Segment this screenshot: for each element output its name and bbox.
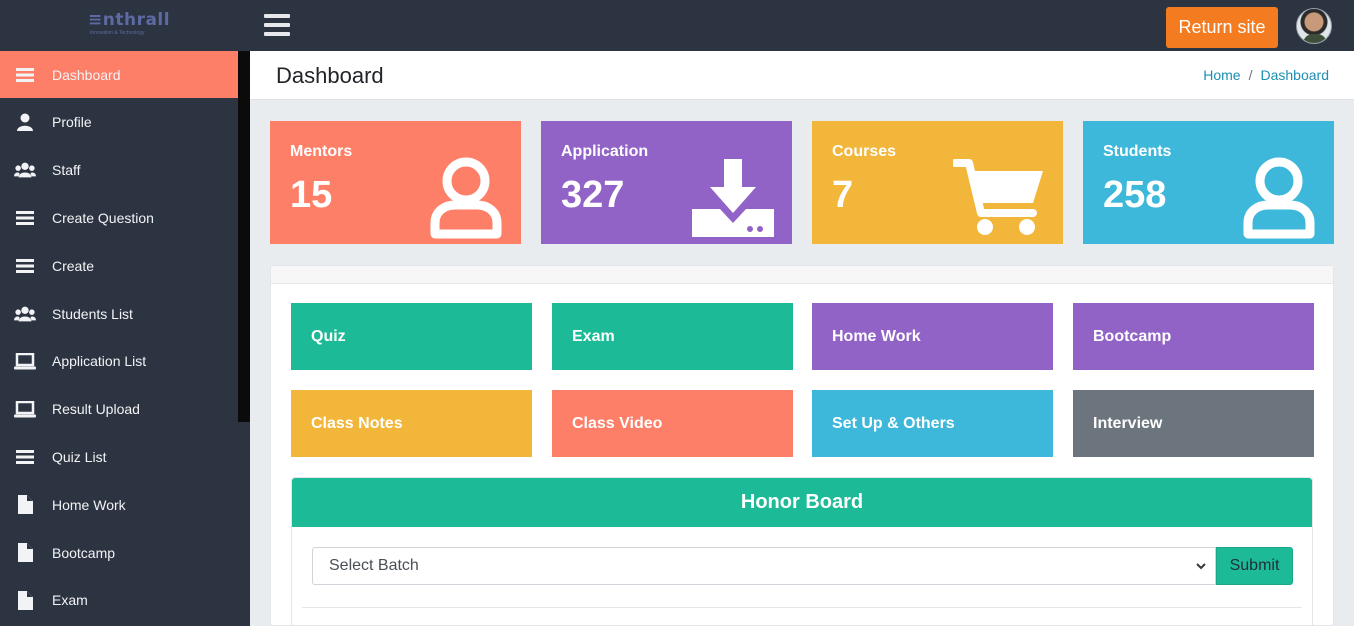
sidebar-item-label: Home Work (52, 496, 126, 513)
sidebar-item-quiz-list[interactable]: Quiz List (0, 433, 238, 480)
sidebar-item-label: Dashboard (52, 66, 121, 83)
tile-label: Quiz (311, 327, 346, 345)
sidebar-item-application-list[interactable]: Application List (0, 338, 238, 385)
breadcrumb-home[interactable]: Home (1203, 67, 1240, 83)
sidebar-item-label: Bootcamp (52, 544, 116, 561)
tile-bootcamp[interactable]: Bootcamp (1073, 303, 1314, 370)
tile-home-work[interactable]: Home Work (812, 303, 1053, 370)
panel-header (271, 266, 1333, 284)
menu-toggle-icon[interactable] (264, 14, 290, 37)
file-icon (14, 590, 36, 610)
stat-card-mentors[interactable]: Mentors 15 (270, 121, 521, 244)
brand-logo[interactable]: ≡nthrall Innovation & Technology (85, 10, 170, 40)
sidebar-item-create[interactable]: Create (0, 242, 238, 289)
chevron-down-icon (1196, 563, 1206, 570)
sidebar-item-label: Result Upload (52, 401, 140, 418)
tile-label: Class Video (572, 414, 663, 432)
brand-name: nthrall (102, 10, 171, 30)
stat-card-application[interactable]: Application 327 (541, 121, 792, 244)
avatar[interactable] (1296, 8, 1332, 44)
users-icon (14, 304, 36, 324)
bars-icon (14, 256, 36, 276)
stat-title: Application (561, 143, 649, 160)
laptop-icon (14, 351, 36, 371)
tile-class-video[interactable]: Class Video (552, 390, 793, 457)
tile-label: Bootcamp (1093, 327, 1172, 345)
tile-label: Interview (1093, 414, 1163, 432)
sidebar-item-result-upload[interactable]: Result Upload (0, 386, 238, 433)
user-outline-icon (1242, 157, 1316, 244)
tile-class-notes[interactable]: Class Notes (291, 390, 532, 457)
sidebar-item-label: Application List (52, 353, 147, 370)
file-icon (14, 543, 36, 563)
sidebar-scrollbar[interactable] (238, 51, 250, 422)
stat-value: 15 (290, 174, 333, 216)
top-navbar: ≡nthrall Innovation & Technology Return … (0, 0, 1354, 51)
breadcrumb: Home / Dashboard (1203, 67, 1329, 83)
users-icon (14, 160, 36, 180)
sidebar-item-label: Exam (52, 592, 88, 609)
stat-value: 258 (1103, 174, 1167, 216)
file-icon (14, 495, 36, 515)
bars-icon (14, 65, 36, 85)
laptop-icon (14, 399, 36, 419)
divider (302, 607, 1302, 608)
sidebar-item-create-question[interactable]: Create Question (0, 194, 238, 241)
sidebar-item-label: Students List (52, 305, 133, 322)
sidebar-item-students-list[interactable]: Students List (0, 290, 238, 337)
batch-select[interactable]: Select Batch (312, 547, 1216, 585)
stat-title: Mentors (290, 143, 353, 160)
download-icon (692, 157, 774, 244)
return-site-button[interactable]: Return site (1166, 7, 1278, 48)
tile-label: Exam (572, 327, 615, 345)
sidebar: Dashboard Profile Staff Create Question Crea… (0, 51, 250, 626)
cart-icon (951, 157, 1045, 244)
breadcrumb-current[interactable]: Dashboard (1261, 67, 1330, 83)
user-outline-icon (429, 157, 503, 244)
stat-value: 7 (832, 174, 854, 216)
tile-set-up-others[interactable]: Set Up & Others (812, 390, 1053, 457)
sidebar-item-home-work[interactable]: Home Work (0, 481, 238, 528)
sidebar-item-exam[interactable]: Exam (0, 577, 238, 624)
batch-select-value: Select Batch (329, 557, 419, 574)
honor-board-title: Honor Board (292, 478, 1312, 527)
sidebar-item-staff[interactable]: Staff (0, 147, 238, 194)
submit-button[interactable]: Submit (1216, 547, 1293, 585)
tile-quiz[interactable]: Quiz (291, 303, 532, 370)
brand-tagline: Innovation & Technology (90, 30, 145, 36)
stat-card-students[interactable]: Students 258 (1083, 121, 1334, 244)
bars-icon (14, 447, 36, 467)
sidebar-item-bootcamp[interactable]: Bootcamp (0, 529, 238, 576)
logo-e-icon: ≡ (88, 10, 103, 30)
tile-exam[interactable]: Exam (552, 303, 793, 370)
sidebar-item-label: Profile (52, 114, 92, 131)
sidebar-item-profile[interactable]: Profile (0, 99, 238, 146)
stat-title: Courses (832, 143, 897, 160)
bars-icon (14, 208, 36, 228)
tile-label: Set Up & Others (832, 414, 955, 432)
sidebar-item-label: Quiz List (52, 448, 107, 465)
page-title: Dashboard (276, 63, 384, 88)
honor-board: Honor Board Select Batch Submit (291, 477, 1313, 626)
stat-title: Students (1103, 143, 1172, 160)
sidebar-item-label: Create Question (52, 209, 154, 226)
content-header: Dashboard Home / Dashboard (250, 51, 1354, 100)
sidebar-item-label: Staff (52, 162, 81, 179)
sidebar-item-dashboard[interactable]: Dashboard (0, 51, 238, 98)
stat-value: 327 (561, 174, 625, 216)
tile-interview[interactable]: Interview (1073, 390, 1314, 457)
tile-label: Class Notes (311, 414, 403, 432)
tile-label: Home Work (832, 327, 921, 345)
sidebar-item-label: Create (52, 257, 95, 274)
user-icon (14, 112, 36, 132)
stat-card-courses[interactable]: Courses 7 (812, 121, 1063, 244)
